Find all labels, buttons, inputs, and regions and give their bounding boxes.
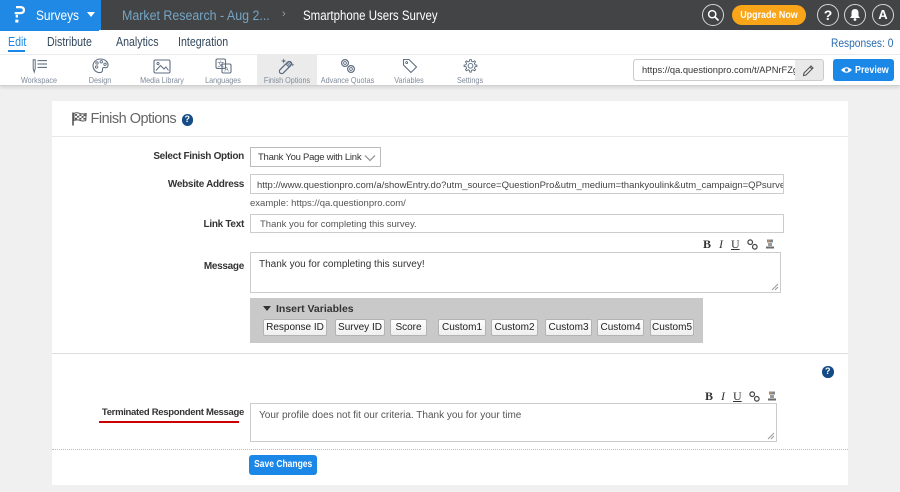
svg-text:A: A [224,67,229,74]
svg-text:文: 文 [217,59,224,68]
